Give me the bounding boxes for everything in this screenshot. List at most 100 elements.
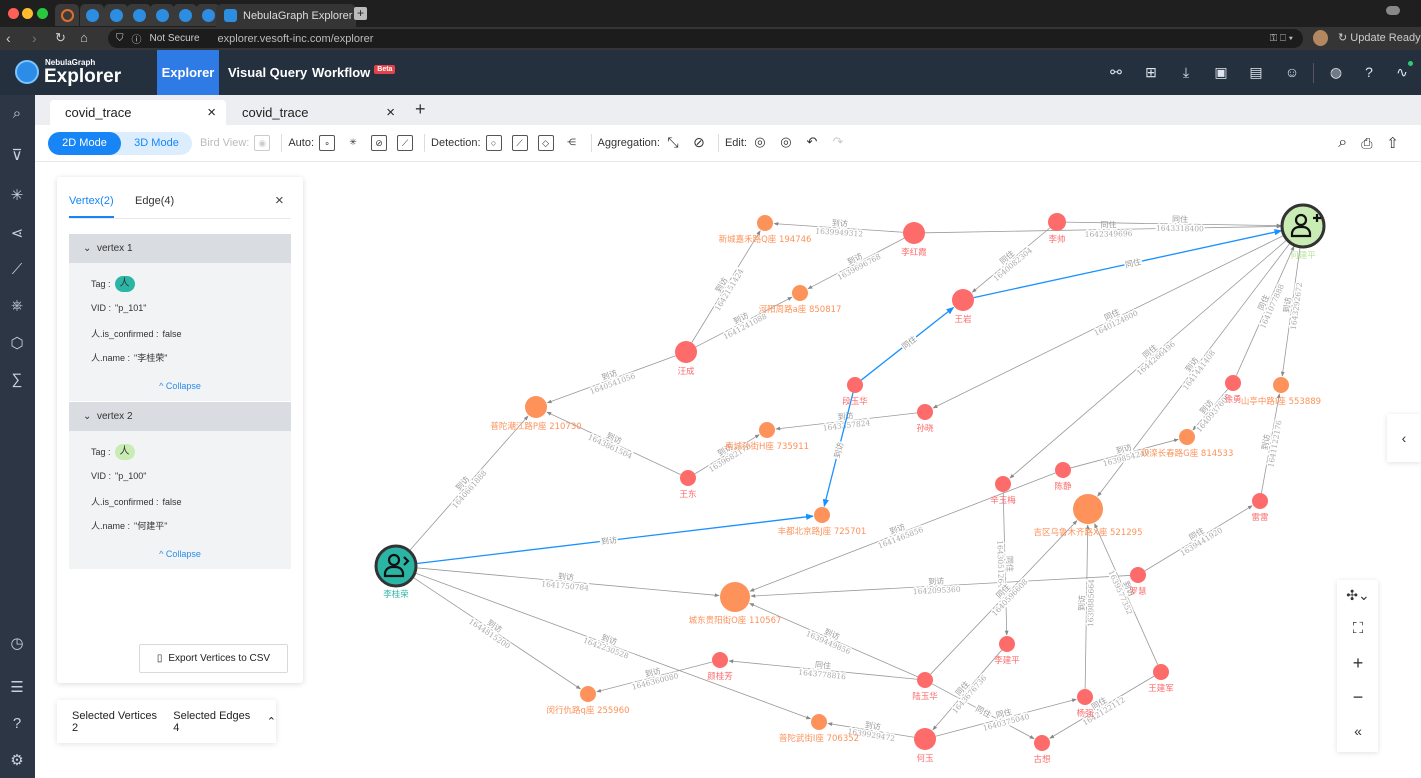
vertex-ls[interactable]: 李帅 — [1048, 213, 1066, 245]
algorithm-icon[interactable]: ⎈ — [6, 295, 28, 317]
vertex-2-header[interactable]: ⌄ vertex 2 — [69, 402, 291, 431]
vertex-lhx[interactable]: 李红霞 — [901, 222, 927, 258]
close-icon[interactable]: × — [386, 104, 395, 121]
list-icon[interactable]: ☰ — [6, 677, 28, 699]
tree-icon[interactable]: ⊞ — [1142, 63, 1160, 81]
vertex-dyh[interactable]: 段玉华 — [842, 377, 868, 407]
connection-icon[interactable]: ∿ — [1393, 61, 1413, 81]
reload-button[interactable]: ↻ — [55, 30, 66, 46]
vertex-circle[interactable] — [675, 341, 697, 363]
edge[interactable]: 到访1640937600 — [1187, 385, 1234, 435]
update-ready-button[interactable]: ↻ Update Ready — [1338, 31, 1421, 44]
close-panel-button[interactable]: × — [275, 192, 284, 209]
home-button[interactable]: ⌂ — [80, 30, 88, 45]
redo-icon[interactable]: ↷ — [830, 135, 846, 151]
vertex-circle[interactable] — [1077, 689, 1093, 705]
vertex-circle[interactable] — [1055, 462, 1071, 478]
edge[interactable]: 到访1640541056 — [546, 355, 676, 404]
undo-icon[interactable]: ↶ — [804, 135, 820, 151]
edge[interactable]: 到访1640661888 — [408, 415, 529, 552]
collapse-button[interactable]: ^ Collapse — [69, 549, 291, 559]
selection-summary[interactable]: Selected Vertices 2 Selected Edges 4 ⌃ — [57, 700, 276, 743]
back-button[interactable]: ‹ — [6, 30, 11, 46]
vertex-hjp[interactable]: 何建平 — [1280, 203, 1326, 261]
vertex-circle[interactable] — [952, 289, 974, 311]
vertex-circle[interactable] — [1130, 567, 1146, 583]
mode-2d-button[interactable]: 2D Mode — [48, 131, 121, 155]
export-icon[interactable]: ⇧ — [1386, 134, 1399, 152]
eye-icon[interactable]: ◉ — [254, 135, 271, 151]
camera-icon[interactable]: ⎙ — [1361, 135, 1372, 152]
vertex-hy[interactable]: 何玉 — [914, 728, 936, 764]
vertex-circle[interactable] — [847, 377, 863, 393]
vertex-circle[interactable] — [1034, 735, 1050, 751]
edge[interactable]: 到访 — [822, 392, 854, 508]
avatar[interactable] — [1313, 30, 1328, 46]
forward-button[interactable]: › — [32, 30, 37, 46]
disaggregate-icon[interactable]: ⊘ — [691, 135, 707, 151]
edge[interactable]: 同住1643778816 — [728, 658, 918, 683]
vertex-ptc[interactable]: 普陀潮江路P座 210730 — [490, 396, 582, 432]
close-window-button[interactable] — [8, 8, 19, 19]
layout-select-icon[interactable]: ✣⌄ — [1345, 582, 1371, 608]
vertex-lh[interactable]: 罗慧 — [1129, 567, 1147, 597]
vertex-lgr[interactable]: 李桂荣 — [374, 544, 418, 600]
cube-icon[interactable]: ⬡ — [6, 333, 28, 355]
vertex-wjj[interactable]: 王建军 — [1148, 664, 1174, 694]
browser-tab[interactable] — [55, 4, 79, 26]
edge[interactable]: 到访 — [415, 513, 814, 565]
edge[interactable]: 到访1639682176 — [694, 433, 760, 476]
vertex-fd[interactable]: 丰都北京路J座 725701 — [778, 507, 867, 537]
layout-circular-icon[interactable]: ⊘ — [371, 135, 388, 151]
nav-workflow[interactable]: Workflow Beta — [302, 50, 405, 95]
vertex-circle[interactable] — [903, 222, 925, 244]
fit-view-icon[interactable]: ⛶ — [1345, 616, 1371, 642]
browser-tab[interactable] — [104, 4, 128, 26]
layout-grid-icon[interactable]: ⟋ — [397, 135, 414, 151]
expand-icon[interactable]: ✳ — [6, 185, 28, 207]
browser-tab[interactable] — [127, 4, 151, 26]
vertex-circle[interactable] — [917, 404, 933, 420]
vertex-circle[interactable] — [1252, 493, 1268, 509]
edge[interactable]: 同住1642122112 — [1049, 675, 1155, 739]
vertex-wy[interactable]: 王岩 — [952, 289, 974, 325]
vertex-circle[interactable] — [814, 507, 830, 523]
edge[interactable]: 到访1639577352 — [1094, 523, 1159, 665]
vertex-mhq[interactable]: 闵行仇路q座 255960 — [546, 686, 630, 716]
vertex-xcjd[interactable]: 新城嘉禾路Q座 194746 — [719, 215, 812, 245]
export-vertices-button[interactable]: ▯ Export Vertices to CSV — [139, 644, 288, 673]
browser-tab[interactable] — [80, 4, 104, 26]
collapse-controls-icon[interactable]: « — [1345, 718, 1371, 744]
edge[interactable]: 到访1639696768 — [807, 237, 905, 290]
expand-right-panel-button[interactable]: ‹ — [1387, 414, 1421, 462]
tab-edge[interactable]: Edge(4) — [135, 195, 174, 207]
vertex-circle[interactable] — [914, 728, 936, 750]
globe-icon[interactable]: ◍ — [1327, 63, 1345, 81]
search-vertex-icon[interactable]: ⌕ — [6, 103, 28, 125]
vertex-circle[interactable] — [1153, 664, 1169, 680]
vertex-ygf[interactable]: 颜桂芳 — [707, 652, 733, 682]
path-icon[interactable]: ⟋ — [6, 259, 28, 281]
vertex-circle[interactable] — [1073, 494, 1103, 524]
vertex-pty[interactable]: 普陀武街I座 706352 — [779, 714, 859, 744]
workspace-tab[interactable]: covid_trace × — [227, 100, 405, 125]
vertex-circle[interactable] — [811, 714, 827, 730]
edge[interactable]: 同住1639441920 — [1144, 505, 1253, 572]
vertex-circle[interactable] — [759, 422, 775, 438]
vertex-ljp[interactable]: 李建平 — [994, 636, 1020, 666]
settings-icon[interactable]: ⚙ — [6, 750, 28, 772]
tab-vertex[interactable]: Vertex(2) — [69, 195, 114, 218]
vertex-circle[interactable] — [680, 470, 696, 486]
vertex-circle[interactable] — [1225, 375, 1241, 391]
vertex-gx[interactable]: 古想 — [1033, 735, 1051, 765]
edge[interactable]: 到访1642095360 — [750, 574, 1131, 598]
layout-radial-icon[interactable]: ✳ — [345, 135, 361, 151]
maximize-window-button[interactable] — [37, 8, 48, 19]
edge[interactable]: 同住 1644266496 — [1009, 239, 1288, 479]
vertex-wc[interactable]: 汪成 — [675, 341, 697, 377]
edge[interactable]: 到访1641122176 — [1256, 393, 1285, 494]
vertex-stz[interactable]: 山亭中路I座 553889 — [1241, 377, 1321, 407]
edge[interactable]: 到访 1639885664 — [1075, 524, 1097, 690]
detect-vertex-icon[interactable]: ○ — [485, 135, 502, 151]
console-icon[interactable]: ▣ — [1212, 63, 1230, 81]
